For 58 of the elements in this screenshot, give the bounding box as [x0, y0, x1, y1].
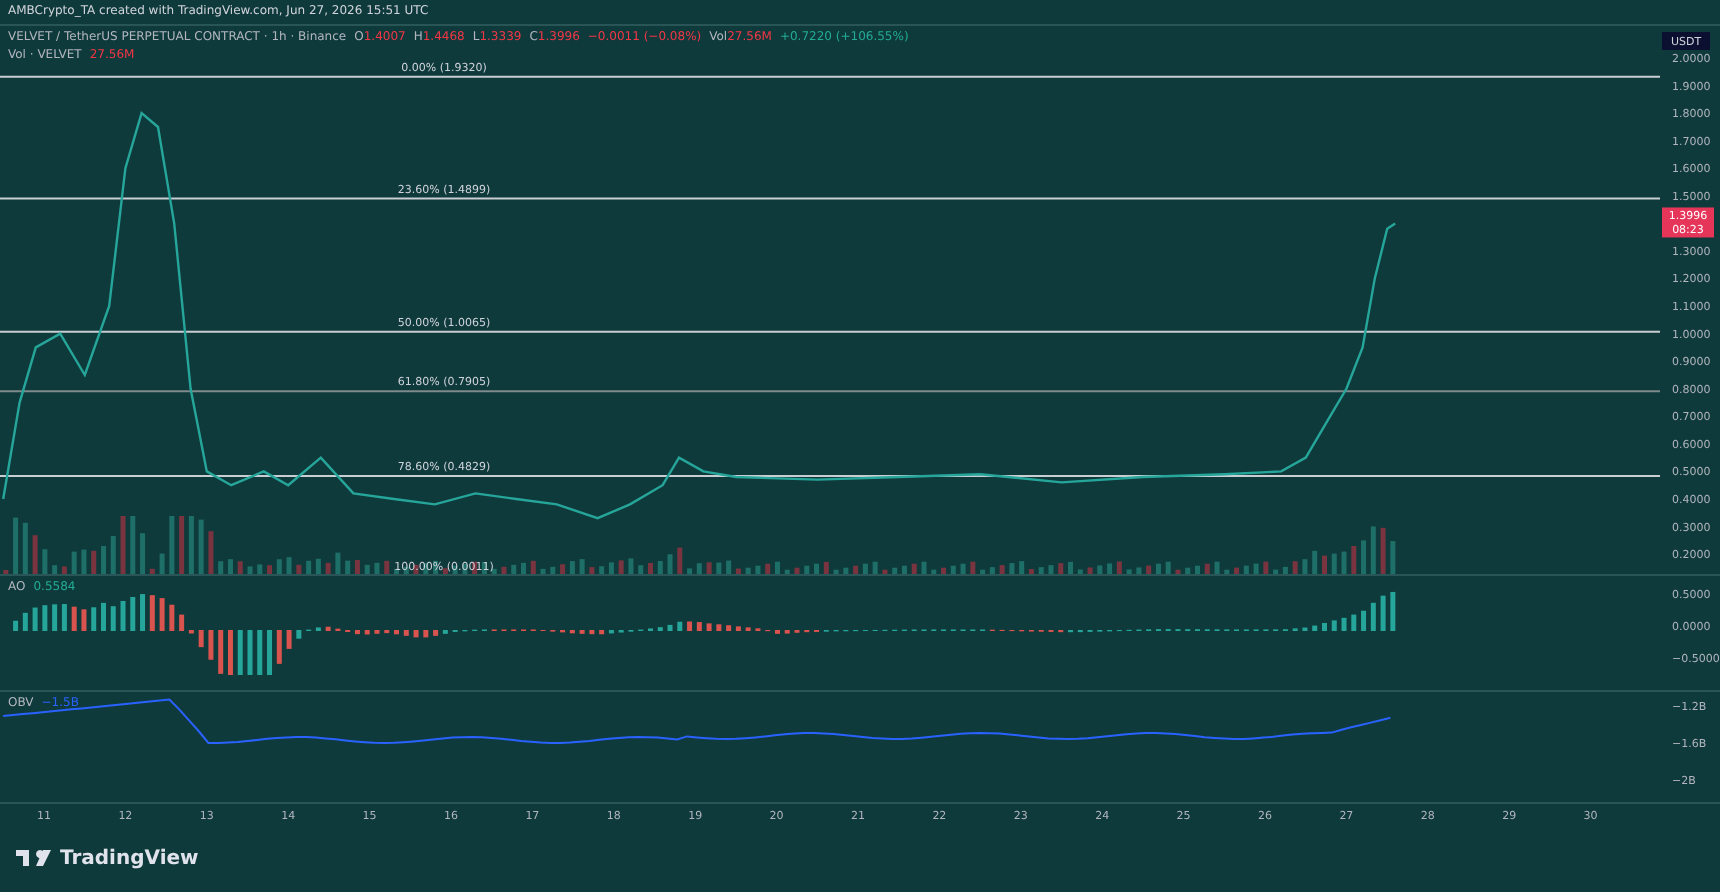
ao-histogram-bar	[716, 624, 722, 631]
ao-histogram-bar	[71, 606, 77, 631]
ao-histogram-bar	[237, 630, 243, 675]
ao-histogram-bar	[1341, 617, 1347, 631]
ao-histogram-bar	[101, 602, 106, 631]
ao-histogram-bar	[140, 594, 146, 631]
ao-histogram-bar	[599, 630, 605, 635]
ao-histogram-bar	[1361, 610, 1367, 631]
ao-histogram-bar	[276, 630, 282, 664]
ao-histogram-bar	[159, 598, 165, 631]
ao-histogram-bar	[257, 630, 263, 675]
ao-histogram-bar	[179, 614, 185, 631]
ao-histogram-bar	[198, 630, 204, 648]
ao-histogram-bar	[42, 605, 48, 631]
ao-histogram-bar	[1370, 602, 1376, 631]
ao-histogram-bar	[296, 630, 302, 639]
ao-histogram-bar	[403, 630, 409, 636]
ao-histogram-bar	[81, 609, 87, 631]
ao-histogram-bar	[667, 624, 673, 631]
ao-histogram-bar	[735, 626, 741, 631]
ao-histogram-bar	[22, 612, 28, 631]
ao-histogram-bar	[247, 630, 253, 675]
ao-histogram-bar	[1390, 591, 1396, 631]
ao-histogram-bar	[433, 630, 439, 636]
ao-histogram-bar	[696, 622, 702, 631]
ao-histogram-bar	[1351, 614, 1357, 631]
ao-histogram-bar	[286, 630, 292, 649]
ao-histogram-bar	[394, 630, 399, 635]
ao-histogram-bar	[208, 630, 214, 660]
ao-histogram-bar	[1380, 595, 1386, 631]
ao-histogram-bar	[413, 630, 419, 638]
ao-histogram-bar	[726, 625, 732, 631]
ao-histogram-bar	[267, 630, 273, 675]
ao-histogram-bar	[149, 595, 155, 631]
ao-histogram-bar	[354, 630, 360, 635]
ao-histogram-bar	[1331, 620, 1337, 631]
ao-histogram-bar	[677, 621, 683, 631]
ao-histogram-bar	[218, 630, 224, 674]
ao-histogram-bar	[61, 604, 67, 631]
ao-histogram-bar	[1322, 622, 1327, 631]
ao-histogram-bar	[1312, 625, 1318, 631]
ao-histogram-bar	[325, 626, 331, 631]
ao-histogram-bar	[364, 630, 370, 635]
brand-name: TradingView	[60, 847, 199, 869]
ao-histogram-bar	[589, 630, 595, 635]
ao-histogram-bar	[32, 607, 38, 631]
ao-histogram-bar	[110, 606, 116, 631]
ao-histogram-bar	[52, 604, 58, 631]
ao-histogram-bar	[706, 623, 712, 631]
ao-histogram-bar	[169, 604, 175, 631]
ao-histogram-bar	[120, 600, 126, 631]
ao-histogram-bar	[227, 630, 233, 675]
ao-histogram-bar	[423, 630, 429, 638]
ao-histogram-bar	[91, 607, 97, 631]
ao-histogram-bar	[130, 597, 136, 631]
ao-histogram-bar	[687, 621, 693, 631]
ao-histogram-bar	[13, 620, 19, 631]
logo-icon	[16, 848, 52, 868]
